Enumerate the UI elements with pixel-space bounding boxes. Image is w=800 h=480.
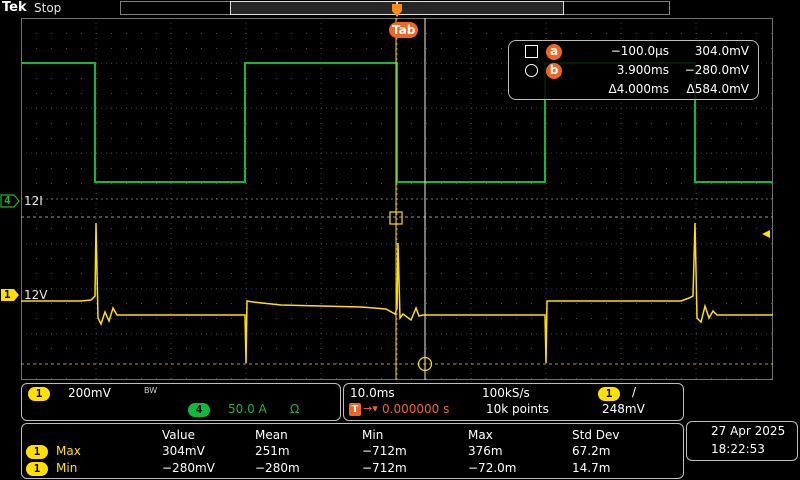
cursor-ab-flag[interactable]: Tab xyxy=(389,22,419,38)
meas-row-min-min: −712m xyxy=(362,461,407,475)
time-text: 18:22:53 xyxy=(711,442,765,456)
date-text: 27 Apr 2025 xyxy=(711,424,786,438)
brand-logo: Tek xyxy=(2,0,27,15)
datetime-panel: 27 Apr 2025 18:22:53 xyxy=(686,421,798,461)
meas-row-min-chip: 1 xyxy=(26,462,48,476)
meas-row-max[interactable]: 1 Max 304mV 251m −712m 376m 67.2m xyxy=(22,444,683,460)
ch1-marker-number: 1 xyxy=(4,288,11,301)
cursor-a-volt: 304.0mV xyxy=(694,44,749,58)
ch4-scale: 50.0 A xyxy=(228,402,267,416)
cursor-readout-panel[interactable]: a −100.0µs 304.0mV b 3.900ms −280.0mV Δ4… xyxy=(508,40,759,100)
trigger-t-label: T xyxy=(392,23,399,37)
meas-row-max-min: −712m xyxy=(362,444,407,458)
trigger-delay: 0.000000 s xyxy=(382,402,450,416)
cursor-delta-row: Δ4.000ms Δ584.0mV xyxy=(509,81,758,99)
cursor-b-time: 3.900ms xyxy=(616,63,669,77)
top-status-bar: Tek Stop xyxy=(0,0,800,18)
meas-row-max-name: Max xyxy=(56,444,81,458)
arrow-right-icon: →▾ xyxy=(363,402,378,415)
meas-row-min-max: −72.0m xyxy=(468,461,517,475)
run-state[interactable]: Stop xyxy=(34,1,61,15)
measurements-panel[interactable]: Value Mean Min Max Std Dev 1 Max 304mV 2… xyxy=(21,423,684,479)
trigger-delay-icon: T xyxy=(349,403,361,416)
meas-row-min-std: 14.7m xyxy=(572,461,611,475)
trigger-slope: / xyxy=(632,385,637,399)
meas-row-min-mean: −280m xyxy=(255,461,300,475)
square-icon xyxy=(525,45,538,58)
cursor-delta-time: Δ4.000ms xyxy=(608,82,669,96)
meas-row-min-name: Min xyxy=(56,461,78,475)
meas-row-min[interactable]: 1 Min −280mV −280m −712m −72.0m 14.7m xyxy=(22,461,683,477)
cursor-a-chip: a xyxy=(546,44,562,60)
trigger-position-icon[interactable] xyxy=(389,2,405,18)
meas-row-max-std: 67.2m xyxy=(572,444,611,458)
ch4-settings-chip[interactable]: 4 xyxy=(188,403,210,417)
timebase: 10.0ms xyxy=(350,386,395,400)
meas-header-max: Max xyxy=(468,428,493,442)
sample-rate: 100kS/s xyxy=(482,386,530,400)
meas-header-mean: Mean xyxy=(255,428,288,442)
meas-row-max-chip: 1 xyxy=(26,445,48,459)
cursor-a-time: −100.0µs xyxy=(610,44,669,58)
meas-header-stddev: Std Dev xyxy=(572,428,620,442)
circle-icon xyxy=(525,64,538,77)
meas-row-max-max: 376m xyxy=(468,444,503,458)
ch4-label: 12I xyxy=(24,194,43,208)
vertical-settings-panel[interactable]: 1 200mV BW 4 50.0 A Ω xyxy=(21,383,341,421)
ch1-label: 12V xyxy=(24,288,48,302)
meas-row-min-value: −280mV xyxy=(162,461,215,475)
cursor-flag-label: ab xyxy=(398,23,416,37)
cursor-b-volt: −280.0mV xyxy=(684,63,749,77)
ch1-scale: 200mV xyxy=(68,386,111,400)
cursor-b-chip: b xyxy=(546,63,562,79)
trigger-level-icon[interactable] xyxy=(760,228,772,240)
horizontal-trigger-panel[interactable]: 10.0ms 100kS/s 1 / T →▾ 0.000000 s 10k p… xyxy=(343,383,684,421)
cursor-a-row: a −100.0µs 304.0mV xyxy=(509,43,758,61)
ch4-unit: Ω xyxy=(290,402,300,416)
cursor-b-row: b 3.900ms −280.0mV xyxy=(509,62,758,80)
trigger-source-chip[interactable]: 1 xyxy=(598,387,620,401)
meas-row-max-value: 304mV xyxy=(162,444,205,458)
meas-row-max-mean: 251m xyxy=(255,444,290,458)
ch1-settings-chip[interactable]: 1 xyxy=(28,387,50,401)
meas-header-value: Value xyxy=(162,428,195,442)
ch4-marker-number: 4 xyxy=(4,194,11,207)
trigger-level: 248mV xyxy=(602,402,645,416)
meas-header-min: Min xyxy=(362,428,384,442)
cursor-delta-volt: Δ584.0mV xyxy=(686,82,749,96)
record-length: 10k points xyxy=(486,402,549,416)
bandwidth-limit-icon: BW xyxy=(144,386,158,395)
